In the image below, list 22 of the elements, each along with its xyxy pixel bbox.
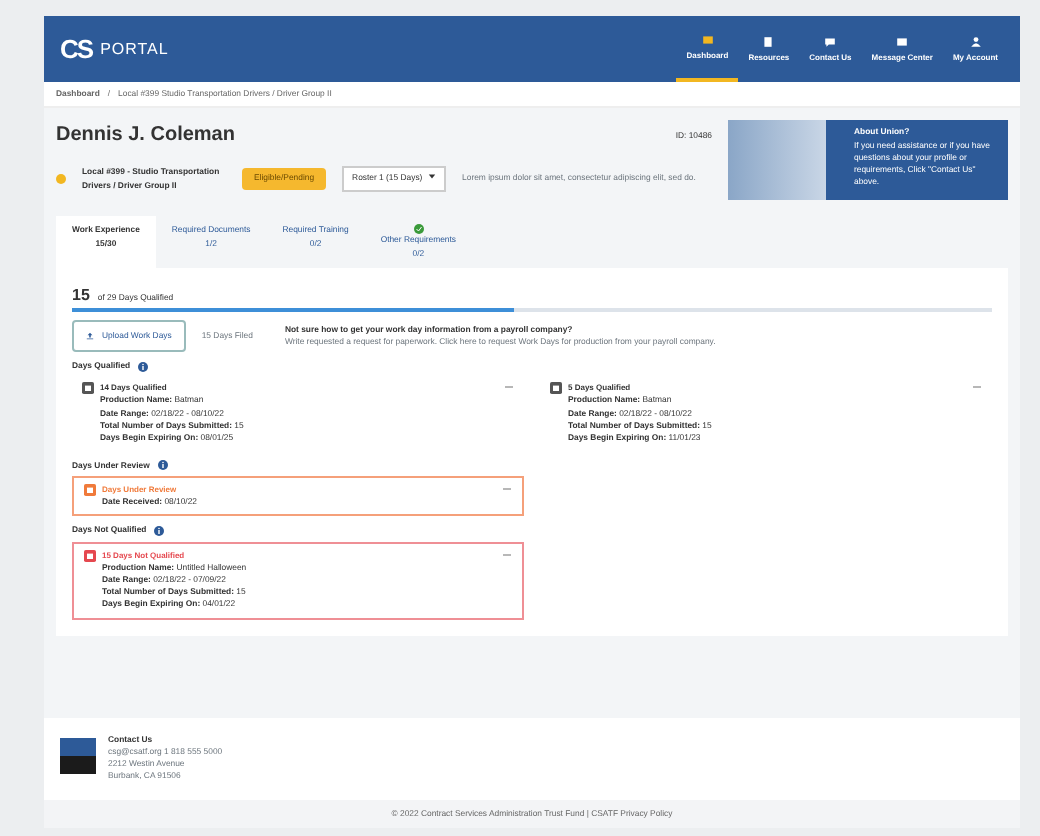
status-dot-icon bbox=[56, 174, 66, 185]
check-circle-icon bbox=[413, 224, 424, 235]
portal-title: PORTAL bbox=[100, 37, 169, 61]
collapse-icon bbox=[972, 382, 982, 393]
caret-icon bbox=[428, 172, 437, 181]
user-icon bbox=[969, 35, 982, 47]
info-icon bbox=[157, 460, 168, 471]
upload-icon bbox=[86, 332, 94, 341]
document-icon bbox=[762, 35, 775, 47]
collapse-icon bbox=[504, 382, 514, 393]
calendar-icon bbox=[84, 483, 96, 496]
calendar-icon bbox=[82, 382, 94, 395]
qualified-count: 15 bbox=[72, 283, 90, 308]
chat-icon bbox=[824, 35, 837, 47]
collapse-icon bbox=[502, 483, 512, 494]
info-icon bbox=[154, 525, 165, 536]
logo-mark: CS bbox=[60, 31, 93, 68]
info-icon bbox=[138, 361, 149, 372]
calendar-icon bbox=[550, 382, 562, 395]
collapse-icon bbox=[502, 549, 512, 560]
member-name: Dennis J. Coleman bbox=[56, 122, 235, 151]
calendar-icon bbox=[84, 549, 96, 562]
